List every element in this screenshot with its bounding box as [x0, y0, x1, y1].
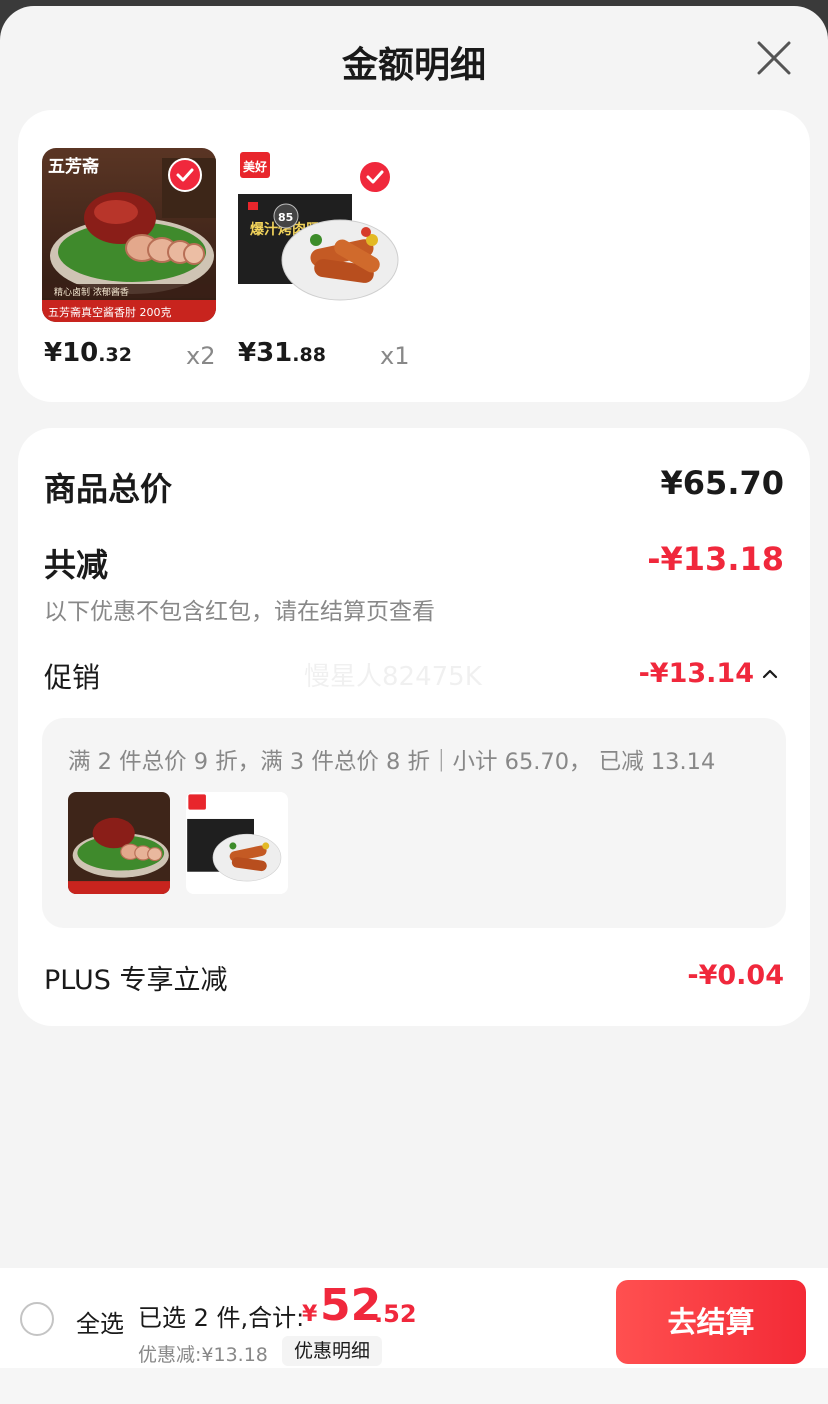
- promotion-detail-text: 满 2 件总价 9 折，满 3 件总价 8 折｜小计 65.70， 已减 13.…: [68, 749, 716, 775]
- product-slogan: 精心卤制 浓郁酱香: [54, 286, 129, 298]
- summary-card: 商品总价 ¥65.70 共减 -¥13.18 以下优惠不包含红包，请在结算页查看…: [18, 428, 810, 1026]
- promotion-value[interactable]: -¥13.14: [639, 658, 754, 689]
- checked-icon[interactable]: [358, 160, 392, 194]
- promotion-thumb-pork: [68, 792, 170, 894]
- discount-summary: 优惠减:¥13.18: [138, 1344, 268, 1366]
- watermark: 慢星人82475K: [304, 662, 482, 692]
- price-integer: ¥31: [238, 338, 293, 368]
- sheet-header: 金额明细: [0, 6, 828, 110]
- sheet-title: 金额明细: [341, 45, 486, 86]
- price-decimal: .32: [98, 344, 132, 366]
- total-price-value: ¥65.70: [660, 464, 784, 502]
- total-amount-decimal: .52: [374, 1300, 417, 1328]
- amount-detail-sheet: 金额明细 精心卤制 浓郁酱香 五芳斋真空酱香肘 200克 五芳斋 ¥10.32 …: [0, 6, 828, 1404]
- plus-discount-value: -¥0.04: [687, 960, 784, 991]
- promotion-label: 促销: [44, 661, 101, 694]
- discount-detail-button[interactable]: 优惠明细: [282, 1336, 383, 1366]
- product-badge: 85: [278, 211, 293, 224]
- price-integer: ¥10: [44, 338, 99, 368]
- price-decimal: .88: [292, 344, 326, 366]
- checkout-bar: 全选 已选 2 件,合计: ¥ 52 .52 优惠减:¥13.18 优惠明细 去…: [0, 1268, 828, 1368]
- discount-note: 以下优惠不包含红包，请在结算页查看: [44, 599, 435, 625]
- total-amount-integer: 52: [320, 1280, 382, 1331]
- promotion-detail-box: 满 2 件总价 9 折，满 3 件总价 8 折｜小计 65.70， 已减 13.…: [42, 718, 786, 928]
- product-banner: 五芳斋真空酱香肘 200克: [48, 305, 172, 319]
- brand-logo-meihao: 美好: [243, 159, 267, 174]
- checked-icon[interactable]: [168, 158, 202, 192]
- brand-logo-wufangzhai: 五芳斋: [48, 156, 100, 177]
- product-card: 精心卤制 浓郁酱香 五芳斋真空酱香肘 200克 五芳斋 ¥10.32 x2 美好…: [18, 110, 810, 402]
- selected-count-text: 已选 2 件,合计:: [138, 1304, 305, 1332]
- product-quantity: x2: [186, 342, 216, 370]
- plus-discount-label: PLUS 专享立减: [44, 965, 228, 996]
- chevron-up-icon[interactable]: [762, 666, 778, 680]
- checkout-button[interactable]: 去结算: [616, 1280, 806, 1364]
- select-all-radio[interactable]: [20, 1302, 54, 1336]
- product-quantity: x1: [380, 342, 410, 370]
- product-price: ¥10.32: [44, 338, 132, 368]
- total-currency: ¥: [302, 1302, 318, 1327]
- home-indicator-area: [0, 1368, 828, 1404]
- promotion-thumb-sausage: [186, 792, 288, 894]
- discount-total-label: 共减: [44, 546, 109, 584]
- close-icon[interactable]: [756, 40, 792, 76]
- product-price: ¥31.88: [238, 338, 326, 368]
- total-price-label: 商品总价: [44, 470, 173, 508]
- discount-total-value: -¥13.18: [647, 540, 784, 578]
- select-all-label[interactable]: 全选: [76, 1304, 124, 1339]
